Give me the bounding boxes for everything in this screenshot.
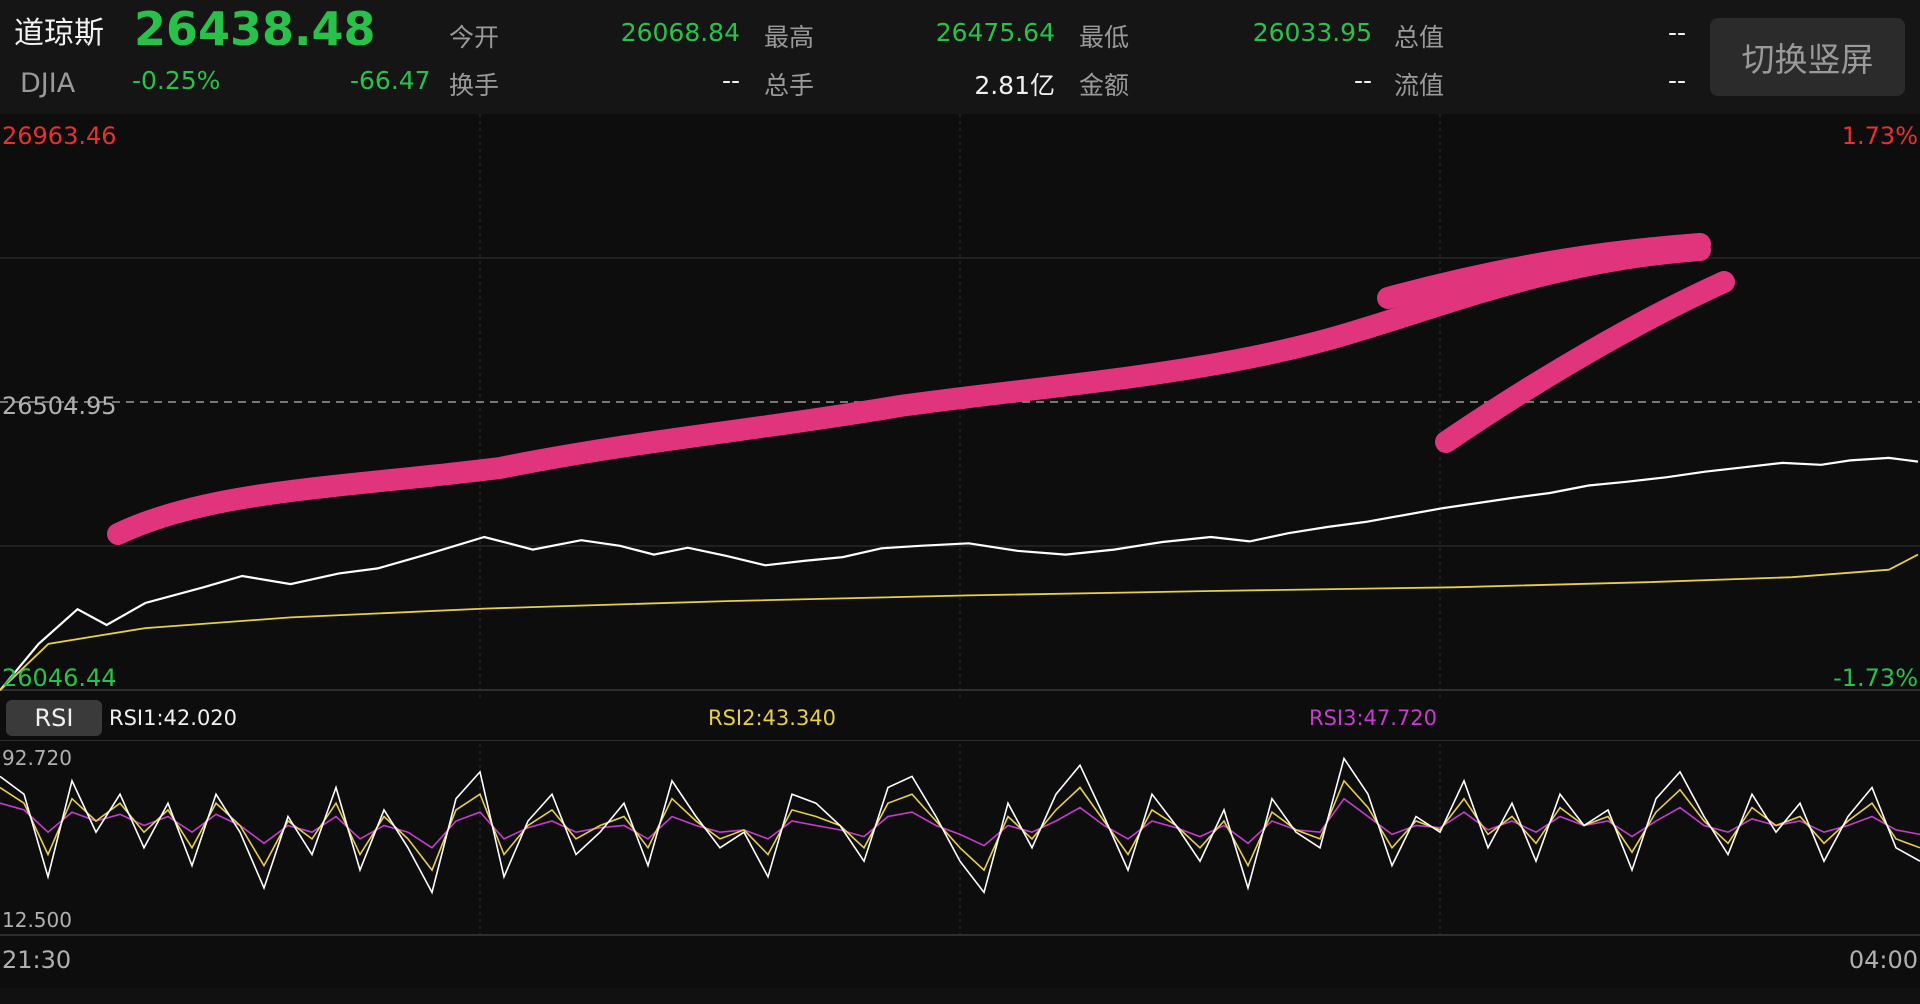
rsi-axis-bottom: 12.500 <box>2 908 72 932</box>
time-axis-start: 21:30 <box>2 946 72 974</box>
time-axis-end: 04:00 <box>1848 946 1918 974</box>
annotation-arrow-tail <box>1377 233 1711 309</box>
rsi-axis-top: 92.720 <box>2 746 72 770</box>
price-axis-reference: 26504.95 <box>2 392 117 420</box>
rsi-header-bar <box>0 698 1920 740</box>
average-line <box>0 553 1919 691</box>
chart-grid <box>0 114 1920 936</box>
annotation-arrow-shaft <box>107 239 1711 545</box>
pct-axis-top: 1.73% <box>1841 122 1918 150</box>
price-axis-bottom: 26046.44 <box>2 664 117 692</box>
chart-canvas[interactable] <box>0 0 1920 1004</box>
rsi1-label: RSI1:42.020 <box>109 706 238 730</box>
rsi-tab[interactable]: RSI <box>6 700 102 736</box>
rsi2-label: RSI2:43.340 <box>708 706 837 730</box>
rsi3-label: RSI3:47.720 <box>1309 706 1438 730</box>
hand-drawn-arrow-annotation <box>107 233 1735 545</box>
bottom-bar <box>0 988 1920 1004</box>
price-axis-top: 26963.46 <box>2 122 117 150</box>
pct-axis-bottom: -1.73% <box>1833 664 1918 692</box>
annotation-arrow-head <box>1435 271 1735 453</box>
